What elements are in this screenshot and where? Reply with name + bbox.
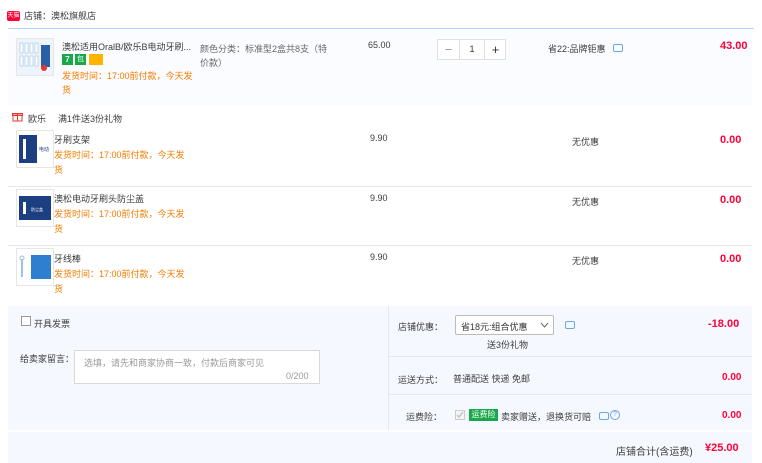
unit-price: 65.00 xyxy=(368,40,391,50)
product-title-link[interactable]: 澳松适用OralB/欧乐B电动牙刷... xyxy=(62,40,191,53)
insurance-badge: 运费险 xyxy=(469,409,498,421)
store-discount-option: 省18元:组合优惠 xyxy=(461,322,528,332)
shop-total-amount: ¥25.00 xyxy=(705,442,739,454)
shop-name-link[interactable]: 店铺：澳松旗舰店 xyxy=(24,11,96,22)
gift-subtotal: 0.00 xyxy=(720,253,742,265)
gift-subtotal: 0.00 xyxy=(720,134,742,146)
gift-thumbnail[interactable]: 防尘盖 xyxy=(16,189,54,227)
insurance-label: 运费险： xyxy=(406,412,443,422)
product-thumbnail[interactable] xyxy=(16,38,54,76)
gift-ship: 发货时间：17:00前付款，今天发 xyxy=(54,269,185,279)
gift-price: 9.90 xyxy=(370,133,388,143)
chat-icon[interactable] xyxy=(599,412,609,420)
ship-time-text-2: 货 xyxy=(62,85,72,95)
qty-plus-button[interactable]: + xyxy=(485,40,506,59)
insurance-checkbox[interactable] xyxy=(455,410,465,420)
toothbrush-heads-icon xyxy=(17,39,53,75)
gift-ship-2: 货 xyxy=(54,165,64,175)
message-counter: 0/200 xyxy=(286,371,309,381)
dust-cover-icon: 防尘盖 xyxy=(17,190,53,226)
gift-item-row: 防尘盖 澳松电动牙刷头防尘盖 发货时间：17:00前付款，今天发 货 9.90 … xyxy=(8,187,752,246)
gift-icon xyxy=(12,113,23,122)
message-placeholder: 选填，请先和商家协商一致，付款后商家可见 xyxy=(84,358,265,368)
gift-subtotal: 0.00 xyxy=(720,194,742,206)
gift-ship-2: 货 xyxy=(54,284,64,294)
seven-day-return-icon: 7 xyxy=(62,54,73,65)
store-discount-amount: -18.00 xyxy=(708,318,740,330)
gift-price: 9.90 xyxy=(370,193,388,203)
guarantee-icon: 包 xyxy=(75,54,86,65)
item-subtotal: 43.00 xyxy=(720,40,748,52)
qty-minus-button[interactable]: − xyxy=(438,40,459,59)
main-item-row: 澳松适用OralB/欧乐B电动牙刷... 7 包 发货时间：17:00前付款，今… xyxy=(8,32,752,105)
svg-text:电动: 电动 xyxy=(39,146,49,153)
chat-icon[interactable] xyxy=(613,44,623,52)
check-icon xyxy=(456,411,464,418)
gift-item-row: 电动 牙刷支架 发货时间：17:00前付款，今天发 货 9.90 无优惠 0.0… xyxy=(8,128,752,187)
gift-title[interactable]: 牙刷支架 xyxy=(54,133,90,146)
brush-holder-icon: 电动 xyxy=(17,131,53,167)
chat-icon[interactable] xyxy=(565,321,575,329)
gift-title[interactable]: 牙线棒 xyxy=(54,252,81,265)
shop-total-bar: 店铺合计(含运费) ¥25.00 xyxy=(8,432,752,463)
delivery-label: 运送方式： xyxy=(398,375,444,385)
gift-promo: 无优惠 xyxy=(572,197,600,207)
gift-promo: 无优惠 xyxy=(572,256,600,266)
sku-text-2: 价款） xyxy=(200,58,228,68)
floss-pick-icon xyxy=(17,249,53,285)
gift-header: 欧乐 满1件送3份礼物 xyxy=(8,108,752,128)
row-divider xyxy=(389,394,752,395)
panel-vdivider xyxy=(388,306,389,430)
help-icon[interactable]: ? xyxy=(610,410,620,420)
shop-total-label: 店铺合计(含运费) xyxy=(616,447,693,458)
gift-rule: 满1件送3份礼物 xyxy=(58,114,123,124)
gift-thumbnail[interactable] xyxy=(16,248,54,286)
quantity-stepper: − 1 + xyxy=(437,39,506,60)
invoice-checkbox[interactable] xyxy=(21,316,31,326)
chevron-down-icon xyxy=(540,322,549,328)
row-divider xyxy=(389,356,752,357)
insurance-text: 卖家赠送，退换货可赔 xyxy=(501,412,592,422)
insurance-amount: 0.00 xyxy=(722,410,742,421)
gift-brand: 欧乐 xyxy=(28,114,47,124)
gift-ship-2: 货 xyxy=(54,224,64,234)
ship-time-text: 发货时间：17:00前付款，今天发 xyxy=(62,71,193,81)
store-discount-note: 送3份礼物 xyxy=(487,340,529,350)
message-input[interactable]: 选填，请先和商家协商一致，付款后商家可见 0/200 xyxy=(74,350,320,384)
message-label: 给卖家留言： xyxy=(20,354,75,364)
credit-card-icon xyxy=(89,54,103,65)
store-discount-select[interactable]: 省18元:组合优惠 xyxy=(455,315,554,335)
delivery-value: 普通配送 快递 免邮 xyxy=(453,374,531,384)
gift-item-row: 牙线棒 发货时间：17:00前付款，今天发 货 9.90 无优惠 0.00 xyxy=(8,246,752,305)
gift-title[interactable]: 澳松电动牙刷头防尘盖 xyxy=(54,192,144,205)
discount-text: 省22:品牌钜惠 xyxy=(548,44,606,54)
qty-input[interactable]: 1 xyxy=(459,40,485,59)
gift-price: 9.90 xyxy=(370,252,388,262)
svg-text:防尘盖: 防尘盖 xyxy=(31,206,43,212)
delivery-amount: 0.00 xyxy=(722,372,742,383)
gift-ship: 发货时间：17:00前付款，今天发 xyxy=(54,209,185,219)
gift-thumbnail[interactable]: 电动 xyxy=(16,130,54,168)
sku-text: 颜色分类：标准型2盒共8支（特 xyxy=(200,44,328,54)
store-discount-label: 店铺优惠： xyxy=(398,322,444,332)
gift-promo: 无优惠 xyxy=(572,137,600,147)
gift-ship: 发货时间：17:00前付款，今天发 xyxy=(54,150,185,160)
shop-divider xyxy=(8,28,754,29)
invoice-label: 开具发票 xyxy=(34,319,71,329)
shop-header: 天猫 店铺：澳松旗舰店 xyxy=(0,0,762,30)
tmall-badge-icon: 天猫 xyxy=(7,11,20,21)
